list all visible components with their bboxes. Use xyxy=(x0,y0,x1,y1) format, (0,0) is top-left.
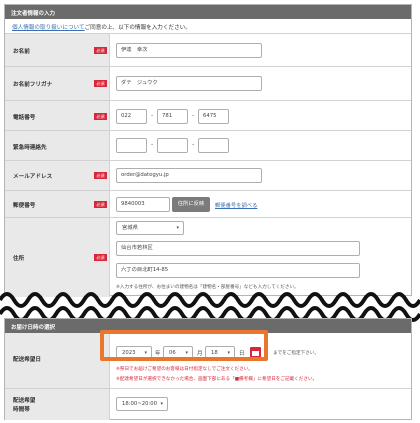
email-row: メールアドレス 必須 order@dategyu.jp xyxy=(5,161,411,191)
name-label-cell: お名前 必須 xyxy=(5,34,110,66)
postal-row: 郵便番号 必須 9840003 住所に反映 郵便番号を調べる xyxy=(5,191,411,218)
required-badge: 必須 xyxy=(94,201,107,208)
emergency-label: 緊急時連絡先 xyxy=(13,145,47,151)
privacy-policy-link[interactable]: 個人情報の取り扱いについて xyxy=(12,25,85,31)
furigana-label-cell: お名前フリガナ 必須 xyxy=(5,67,110,100)
required-badge: 必須 xyxy=(94,254,107,261)
phone-separator: - xyxy=(192,112,195,119)
name-row: お名前 必須 伊達 幸次 xyxy=(5,34,411,67)
address-convert-button[interactable]: 住所に反映 xyxy=(172,197,210,212)
phone-part1-input[interactable]: 022 xyxy=(116,109,147,124)
emergency-part1-input[interactable] xyxy=(116,138,147,153)
time-slot-select[interactable]: 18:00~20:00 ▾ xyxy=(116,397,168,411)
postal-lookup-link[interactable]: 郵便番号を調べる xyxy=(215,201,257,209)
delivery-date-label-cell: 配送希望日 xyxy=(5,333,110,388)
holiday-note: ※祭日でお届けご希望のお客様は日付指定なしでご注文ください。 xyxy=(116,367,253,372)
required-badge: 必須 xyxy=(94,80,107,87)
chevron-down-icon: ▾ xyxy=(176,225,179,231)
street-input[interactable]: 六丁の目北町14-85 xyxy=(116,263,360,278)
remarks-note: ※配達希望日が選択できなかった場合、画面下部にある「■備考欄」に希望日をご記載く… xyxy=(116,377,318,382)
postal-code-input[interactable]: 9840003 xyxy=(116,197,170,212)
phone-separator: - xyxy=(151,112,154,119)
required-badge: 必須 xyxy=(94,172,107,179)
emergency-label-cell: 緊急時連絡先 xyxy=(5,131,110,160)
phone-label: 電話番号 xyxy=(13,115,36,121)
delivery-date-label: 配送希望日 xyxy=(13,357,41,363)
date-range-note: までをご指定下さい。 xyxy=(273,351,319,356)
prefecture-value: 宮城県 xyxy=(122,225,138,231)
emergency-part3-input[interactable] xyxy=(198,138,229,153)
delivery-time-label-line2: 時間帯 xyxy=(13,407,30,413)
required-badge: 必須 xyxy=(94,113,107,120)
delivery-time-label-cell: 配送希望 時間帯 xyxy=(5,389,110,420)
delivery-time-label: 配送希望 xyxy=(13,398,36,404)
chevron-down-icon: ▾ xyxy=(160,401,163,407)
emergency-separator: - xyxy=(151,141,154,148)
emergency-part2-input[interactable] xyxy=(157,138,188,153)
email-input[interactable]: order@dategyu.jp xyxy=(116,168,262,183)
postal-label-cell: 郵便番号 必須 xyxy=(5,191,110,217)
phone-part2-input[interactable]: 781 xyxy=(157,109,188,124)
privacy-notice-text: ご同意の上、以下の情報を入力ください。 xyxy=(84,25,191,31)
furigana-row: お名前フリガナ 必須 ダテ ジュウク xyxy=(5,67,411,101)
email-label: メールアドレス xyxy=(13,174,53,180)
date-highlight-frame xyxy=(100,330,268,361)
city-input[interactable]: 仙台市若林区 xyxy=(116,241,360,256)
emergency-separator: - xyxy=(192,141,195,148)
privacy-notice: 個人情報の取り扱いについてご同意の上、以下の情報を入力ください。 xyxy=(5,19,411,34)
phone-label-cell: 電話番号 必須 xyxy=(5,101,110,130)
prefecture-select[interactable]: 宮城県 ▾ xyxy=(116,221,184,235)
required-badge: 必須 xyxy=(94,47,107,54)
furigana-label: お名前フリガナ xyxy=(13,82,53,88)
postal-label: 郵便番号 xyxy=(13,203,36,209)
delivery-time-row: 配送希望 時間帯 18:00~20:00 ▾ xyxy=(5,389,411,420)
orderer-section-title: 注文者情報の入力 xyxy=(5,5,411,19)
time-slot-value: 18:00~20:00 xyxy=(122,401,157,407)
orderer-info-panel: 注文者情報の入力 個人情報の取り扱いについてご同意の上、以下の情報を入力ください… xyxy=(4,4,412,297)
phone-row: 電話番号 必須 022 - 781 - 6475 xyxy=(5,101,411,131)
name-label: お名前 xyxy=(13,49,30,55)
email-label-cell: メールアドレス 必須 xyxy=(5,161,110,190)
furigana-input[interactable]: ダテ ジュウク xyxy=(116,76,262,91)
emergency-row: 緊急時連絡先 - - xyxy=(5,131,411,161)
address-label: 住所 xyxy=(13,256,25,262)
phone-part3-input[interactable]: 6475 xyxy=(198,109,229,124)
name-input[interactable]: 伊達 幸次 xyxy=(116,43,262,58)
